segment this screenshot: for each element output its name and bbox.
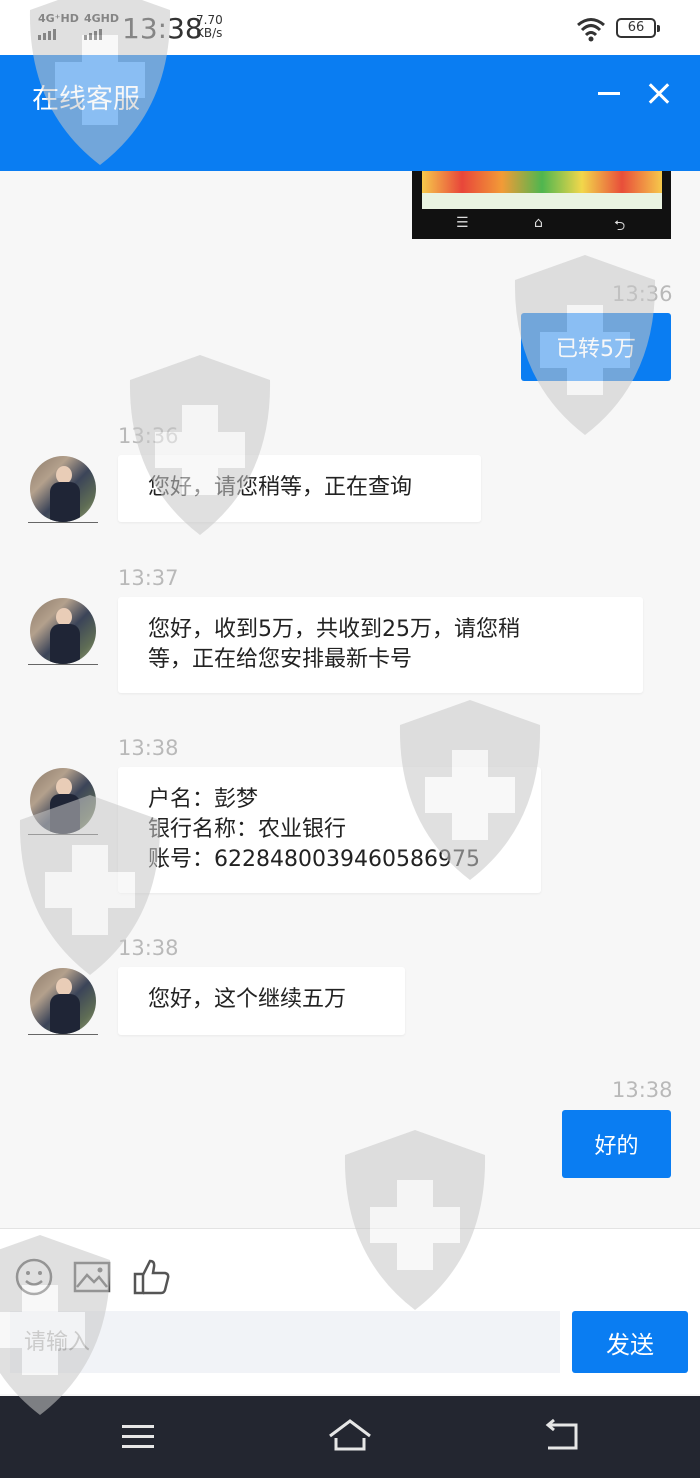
avatar-underline — [28, 664, 98, 665]
image-message-thumbnail[interactable]: ☰ ⌂ ⮌ — [412, 171, 671, 239]
avatar-underline — [28, 834, 98, 835]
outgoing-message-bubble: 好的 — [562, 1110, 671, 1178]
network-speed: 7.70 KB/s — [196, 14, 223, 40]
menu-icon: ☰ — [456, 215, 469, 231]
send-button[interactable]: 发送 — [572, 1311, 688, 1373]
message-timestamp: 13:38 — [118, 736, 179, 760]
agent-avatar[interactable] — [30, 768, 96, 834]
message-input[interactable] — [10, 1311, 560, 1373]
incoming-message-bubble: 您好，收到5万，共收到25万，请您稍 等，正在给您安排最新卡号 — [118, 597, 643, 693]
status-time: 13:38 — [122, 12, 203, 45]
outgoing-message-bubble: 已转5万 — [521, 313, 671, 381]
avatar-underline — [28, 522, 98, 523]
agent-avatar[interactable] — [30, 598, 96, 664]
image-icon[interactable] — [72, 1257, 112, 1297]
message-line: 银行名称：农业银行 — [148, 817, 347, 842]
incoming-message-bubble: 您好，请您稍等，正在查询 — [118, 455, 481, 522]
menu-icon[interactable] — [116, 1416, 160, 1456]
avatar-underline — [28, 1034, 98, 1035]
message-line: 您好，这个继续五万 — [148, 987, 347, 1012]
agent-avatar[interactable] — [30, 456, 96, 522]
thumbs-up-icon[interactable] — [132, 1257, 172, 1297]
message-timestamp: 13:38 — [118, 936, 179, 960]
close-icon[interactable] — [644, 77, 676, 109]
speed-unit: KB/s — [196, 26, 223, 40]
signal-indicator-1: 4G⁺HD — [38, 12, 79, 40]
network-label-1: 4G⁺HD — [38, 12, 79, 25]
message-line: 您好，请您稍等，正在查询 — [148, 475, 413, 500]
agent-avatar[interactable] — [30, 968, 96, 1034]
message-line: 户名：彭梦 — [148, 787, 259, 812]
home-icon: ⌂ — [534, 215, 543, 231]
incoming-message-bubble: 您好，这个继续五万 — [118, 967, 405, 1035]
message-line: 账号：6228480039460586975 — [148, 847, 480, 872]
status-bar: 4G⁺HD 4GHD 13:38 7.70 KB/s 66 — [0, 0, 700, 55]
network-label-2: 4GHD — [84, 12, 120, 25]
emoji-icon[interactable] — [14, 1257, 54, 1297]
message-timestamp: 13:36 — [612, 282, 673, 306]
message-line: 等，正在给您安排最新卡号 — [148, 647, 413, 672]
home-icon[interactable] — [328, 1416, 372, 1456]
composer-area: 发送 — [0, 1228, 700, 1394]
message-timestamp: 13:38 — [612, 1078, 673, 1102]
signal-indicator-2: 4GHD — [84, 12, 120, 40]
message-line: 您好，收到5万，共收到25万，请您稍 — [148, 617, 520, 642]
chat-header: 在线客服 — [0, 55, 700, 171]
minimize-icon[interactable] — [594, 77, 626, 109]
incoming-message-bubble: 户名：彭梦 银行名称：农业银行 账号：6228480039460586975 — [118, 767, 541, 893]
battery-indicator: 66 — [616, 18, 660, 38]
back-icon[interactable] — [540, 1416, 584, 1456]
system-nav-bar — [0, 1396, 700, 1478]
wifi-icon — [577, 18, 605, 42]
message-timestamp: 13:36 — [118, 424, 179, 448]
header-title: 在线客服 — [32, 84, 140, 115]
message-timestamp: 13:37 — [118, 566, 179, 590]
back-icon: ⮌ — [614, 218, 626, 234]
